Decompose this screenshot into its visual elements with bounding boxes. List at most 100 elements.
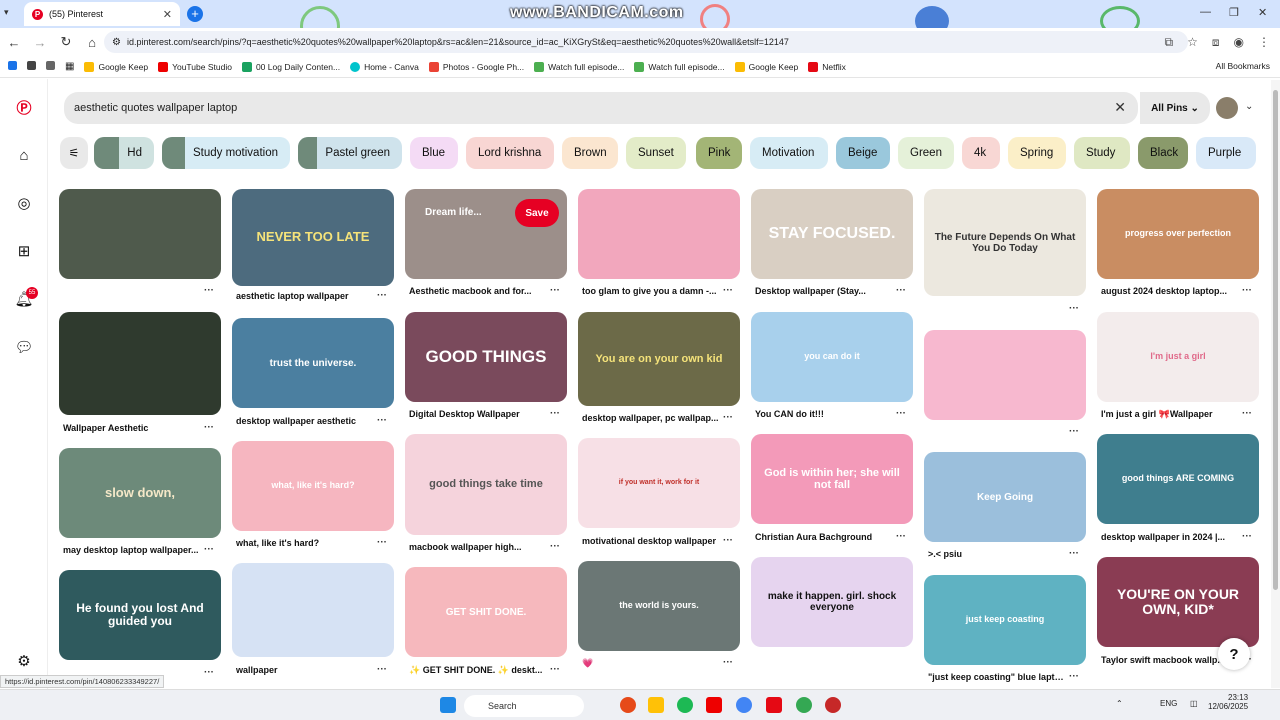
close-tab-icon[interactable]: ✕ xyxy=(163,8,172,21)
bandicam-icon[interactable] xyxy=(825,697,841,713)
pin-more-options-icon[interactable]: ··· xyxy=(377,415,387,426)
chip-brown[interactable]: Brown xyxy=(562,137,618,169)
chip-green[interactable]: Green xyxy=(898,137,954,169)
pin-caption[interactable]: august 2024 desktop laptop... xyxy=(1101,286,1239,296)
pinterest-logo-icon[interactable]: Ⓟ xyxy=(14,97,34,117)
profile-icon[interactable]: ◉ xyxy=(1234,35,1244,49)
chip-purple[interactable]: Purple xyxy=(1196,137,1256,169)
bookmark-canva[interactable]: Home - Canva xyxy=(350,61,419,72)
pin-card[interactable]: trust the universe. xyxy=(232,318,394,408)
chip-pastel-green[interactable]: Pastel green xyxy=(298,137,402,169)
pin-more-options-icon[interactable]: ··· xyxy=(1242,285,1252,296)
pin-caption[interactable]: ✨ GET SHIT DONE. ✨ deskt... xyxy=(409,665,547,676)
bookmark-netflix[interactable]: Netflix xyxy=(808,61,846,72)
board-selector[interactable]: Dream life... xyxy=(425,207,482,218)
chip-hd[interactable]: Hd xyxy=(94,137,154,169)
pin-more-options-icon[interactable]: ··· xyxy=(723,285,733,296)
netflix-icon[interactable] xyxy=(766,697,782,713)
chip-pink[interactable]: Pink xyxy=(696,137,742,169)
menu-icon[interactable]: ⋮ xyxy=(1258,35,1270,49)
bookmark-app-icon[interactable] xyxy=(27,61,36,72)
clear-search-icon[interactable]: ✕ xyxy=(1114,99,1126,116)
search-input[interactable]: aesthetic quotes wallpaper laptop ✕ xyxy=(64,92,1138,124)
chip-sunset[interactable]: Sunset xyxy=(626,137,686,169)
chip-blue[interactable]: Blue xyxy=(410,137,458,169)
pin-more-options-icon[interactable]: ··· xyxy=(1242,531,1252,542)
pin-more-options-icon[interactable]: ··· xyxy=(550,541,560,552)
network-icon[interactable]: ◫ xyxy=(1190,699,1198,708)
pin-caption[interactable]: may desktop laptop wallpaper... xyxy=(63,545,201,555)
url-bar[interactable]: ⚙ id.pinterest.com/search/pins/?q=aesthe… xyxy=(104,31,1188,53)
search-scope-dropdown[interactable]: All Pins ⌄ xyxy=(1140,92,1210,124)
chip-study[interactable]: Study xyxy=(1074,137,1130,169)
pin-card[interactable] xyxy=(59,189,221,279)
spotify-icon[interactable] xyxy=(677,697,693,713)
pin-caption[interactable]: macbook wallpaper high... xyxy=(409,542,547,552)
forward-icon[interactable]: → xyxy=(28,35,52,50)
clock[interactable]: 23:13 12/06/2025 xyxy=(1208,693,1248,711)
pin-caption[interactable]: too glam to give you a damn -... xyxy=(582,286,720,296)
chip-study-motivation[interactable]: Study motivation xyxy=(162,137,290,169)
pin-card[interactable]: I'm just a girl xyxy=(1097,312,1259,402)
pin-card[interactable]: NEVER TOO LATE xyxy=(232,189,394,286)
create-icon[interactable]: ⊞ xyxy=(14,241,34,261)
pin-caption[interactable]: 💗 xyxy=(582,658,720,669)
pin-caption[interactable]: aesthetic laptop wallpaper xyxy=(236,291,374,301)
pin-more-options-icon[interactable]: ··· xyxy=(377,290,387,301)
chip-lord-krishna[interactable]: Lord krishna xyxy=(466,137,554,169)
home-icon[interactable]: ⌂ xyxy=(80,35,104,50)
bookmark-youtube-studio[interactable]: YouTube Studio xyxy=(158,61,232,72)
pin-card[interactable] xyxy=(924,330,1086,420)
pin-caption[interactable]: Digital Desktop Wallpaper xyxy=(409,409,547,419)
pin-more-options-icon[interactable]: ··· xyxy=(204,667,214,678)
explore-icon[interactable]: ◎ xyxy=(14,193,34,213)
pin-more-options-icon[interactable]: ··· xyxy=(896,531,906,542)
pin-caption[interactable]: Aesthetic macbook and for... xyxy=(409,286,547,296)
scrollbar[interactable] xyxy=(1271,80,1280,688)
pin-caption[interactable]: desktop wallpaper aesthetic xyxy=(236,416,374,426)
pin-card[interactable]: YOU'RE ON YOUR OWN, KID* xyxy=(1097,557,1259,647)
pin-caption[interactable]: >.< psiu xyxy=(928,549,1066,559)
bookmark-app-icon[interactable] xyxy=(8,61,17,72)
install-icon[interactable]: ⧉ xyxy=(1165,35,1174,50)
pin-card[interactable]: STAY FOCUSED. xyxy=(751,189,913,279)
pin-card[interactable]: if you want it, work for it xyxy=(578,438,740,528)
bookmark-google-photos[interactable]: Photos - Google Ph... xyxy=(428,61,524,72)
pin-caption[interactable]: Christian Aura Bachground xyxy=(755,532,893,542)
pin-caption[interactable]: Desktop wallpaper (Stay... xyxy=(755,286,893,296)
pin-more-options-icon[interactable]: ··· xyxy=(204,285,214,296)
chrome-icon[interactable] xyxy=(736,697,752,713)
start-icon[interactable] xyxy=(440,697,456,713)
bookmark-watch-episode[interactable]: Watch full episode... xyxy=(634,61,725,72)
pin-card[interactable]: you can do it xyxy=(751,312,913,402)
brave-icon[interactable] xyxy=(620,697,636,713)
bookmark-log-daily[interactable]: 00 Log Daily Conten... xyxy=(241,61,340,72)
new-tab-button[interactable]: + xyxy=(187,6,203,22)
pin-more-options-icon[interactable]: ··· xyxy=(896,408,906,419)
pin-more-options-icon[interactable]: ··· xyxy=(204,422,214,433)
pin-more-options-icon[interactable]: ··· xyxy=(550,285,560,296)
all-bookmarks[interactable]: All Bookmarks xyxy=(1216,61,1270,71)
chip-beige[interactable]: Beige xyxy=(836,137,890,169)
messages-icon[interactable]: 💬︎ xyxy=(14,337,34,357)
pin-caption[interactable]: desktop wallpaper in 2024 |... xyxy=(1101,532,1239,542)
pin-card[interactable]: make it happen. girl. shock everyone xyxy=(751,557,913,647)
pin-card[interactable]: the world is yours. xyxy=(578,561,740,651)
pin-card[interactable]: progress over perfection xyxy=(1097,189,1259,279)
close-window-icon[interactable]: ✕ xyxy=(1258,6,1267,19)
language-indicator[interactable]: ENG xyxy=(1160,699,1177,708)
bookmark-watch-episode[interactable]: Watch full episode... xyxy=(534,61,624,72)
pin-card[interactable]: Keep Going xyxy=(924,452,1086,542)
bookmark-star-icon[interactable]: ☆ xyxy=(1187,35,1198,49)
apps-grid-icon[interactable]: ▦ xyxy=(65,61,74,72)
chip-spring[interactable]: Spring xyxy=(1008,137,1066,169)
pin-caption[interactable]: "just keep coasting" blue lapto... xyxy=(928,672,1066,682)
pin-card[interactable]: good things ARE COMING xyxy=(1097,434,1259,524)
minimize-icon[interactable]: — xyxy=(1200,6,1211,18)
extensions-icon[interactable]: ⧈ xyxy=(1212,35,1220,50)
chip-black[interactable]: Black xyxy=(1138,137,1188,169)
pin-caption[interactable]: motivational desktop wallpaper xyxy=(582,536,720,546)
avatar[interactable] xyxy=(1216,97,1238,119)
browser-tab[interactable]: P (55) Pinterest ✕ xyxy=(24,2,180,26)
pin-more-options-icon[interactable]: ··· xyxy=(204,544,214,555)
